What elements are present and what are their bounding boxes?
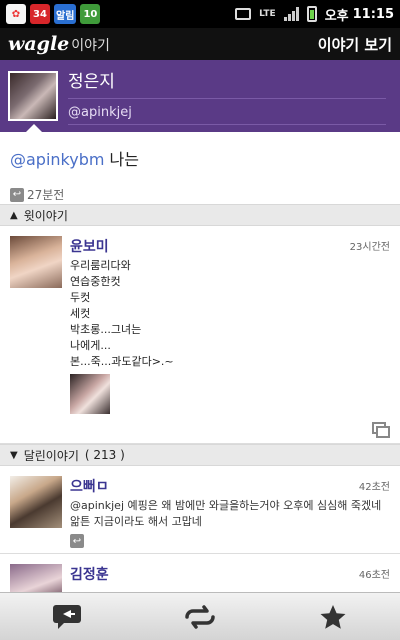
author-profile[interactable]: 정은지 @apinkjej <box>0 60 400 132</box>
app-header: wagle 이야기 이야기 보기 <box>0 28 400 60</box>
post-body: 우리룸리다와 연습중한컷 두컷 세컷 박초롱...그녀는 나에게... 본...… <box>70 259 174 368</box>
signal-icon <box>283 7 299 21</box>
upper-section-label: 윗이야기 <box>23 208 68 223</box>
replies-section-label: 달린이야기 <box>23 448 79 463</box>
avatar[interactable] <box>10 476 62 528</box>
avatar[interactable] <box>10 236 62 288</box>
notification-count-icon: 34 <box>30 4 50 24</box>
message-text: 나는 <box>104 150 139 169</box>
status-bar: ✿ 34 알림 10 LTE 오후 11:15 <box>0 0 400 28</box>
star-icon <box>320 604 346 629</box>
post-author[interactable]: 윤보미 <box>70 236 109 256</box>
upper-post[interactable]: 윤보미 23시간전 우리룸리다와 연습중한컷 두컷 세컷 박초롱...그녀는 나… <box>0 226 400 444</box>
profile-handle: @apinkjej <box>68 99 386 125</box>
battery-icon <box>306 6 317 22</box>
copy-icon[interactable] <box>372 422 390 438</box>
replies-section-header[interactable]: ▼ 달린이야기 ( 213 ) <box>0 444 400 466</box>
page-title: 이야기 보기 <box>317 35 392 54</box>
reply-button[interactable] <box>0 593 133 640</box>
reply-text: ... <box>70 585 81 592</box>
avatar[interactable] <box>10 564 62 592</box>
avatar[interactable] <box>8 71 58 121</box>
replies-count: ( 213 ) <box>84 448 125 462</box>
clock-time: 11:15 <box>352 6 394 22</box>
screenshot-icon <box>235 8 252 20</box>
reply-item[interactable]: 으뻐ㅁ 42초전 @apinkjej 예핑은 왜 밤에만 와글을하는거야 오후에… <box>0 466 400 554</box>
triangle-up-icon: ▲ <box>10 209 18 221</box>
message-time: 27분전 <box>27 188 65 202</box>
rewagle-icon <box>185 604 215 629</box>
favorite-button[interactable] <box>267 593 400 640</box>
reply-indicator-icon: ↩ <box>70 534 84 548</box>
reply-time: 42초전 <box>358 482 390 493</box>
message-meta: ↩ 27분전 <box>10 186 64 203</box>
bunny-app-icon: ✿ <box>6 4 26 24</box>
message-body: @apinkybm 나는 <box>10 146 139 170</box>
mail-notification-icon: 알림 <box>54 4 77 24</box>
wagle-logo[interactable]: wagle 이야기 <box>8 33 110 55</box>
reply-author[interactable]: 으뻐ㅁ <box>70 476 109 496</box>
network-type: LTE <box>259 8 276 19</box>
triangle-down-icon: ▼ <box>10 449 18 461</box>
rewagle-button[interactable] <box>133 593 266 640</box>
mention-link[interactable]: @apinkybm <box>10 150 104 169</box>
clock-ampm: 오후 <box>324 8 349 24</box>
profile-name: 정은지 <box>68 67 386 99</box>
bottom-toolbar <box>0 592 400 640</box>
pointer-caret <box>26 124 42 132</box>
reply-icon <box>52 604 81 629</box>
calendar-notification-icon: 10 <box>80 4 101 24</box>
reply-author[interactable]: 김정훈 <box>70 564 109 584</box>
reply-time: 46초전 <box>358 570 390 581</box>
upper-section-header[interactable]: ▲ 윗이야기 <box>0 204 400 226</box>
reply-item[interactable]: 김정훈 46초전 ... <box>0 554 400 592</box>
reply-indicator-icon: ↩ <box>10 187 24 202</box>
attached-photo[interactable] <box>70 374 110 414</box>
post-time: 23시간전 <box>349 242 390 253</box>
reply-text: @apinkjej 예핑은 왜 밤에만 와글을하는거야 오후에 심심해 죽겠네 … <box>70 499 382 528</box>
